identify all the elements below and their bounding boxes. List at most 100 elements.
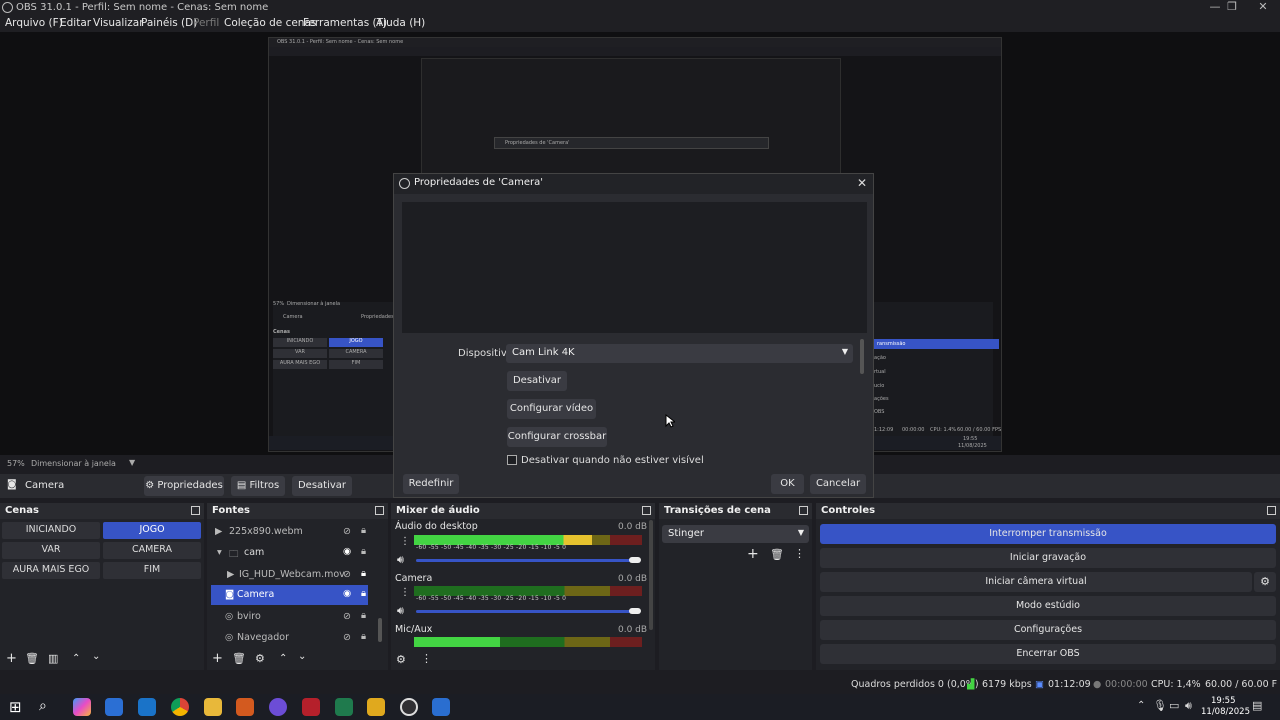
zoom-mode[interactable]: Dimensionar à janela [31,459,116,468]
copilot-icon[interactable] [73,698,91,716]
chevron-up-icon[interactable]: ⌃ [1137,700,1145,711]
configure-video-button[interactable]: Configurar vídeo [507,399,596,419]
close-icon[interactable]: ✕ [1246,0,1280,15]
filter-icon[interactable]: ▥ [48,652,58,665]
eye-off-icon[interactable]: ⊘ [343,611,351,622]
close-icon[interactable]: ✕ [857,176,867,190]
outlook-icon[interactable] [138,698,156,716]
undock-icon[interactable] [642,506,651,515]
studio-mode-button[interactable]: Modo estúdio [820,596,1276,616]
lock-icon[interactable]: 🔒︎ [361,588,366,599]
scrollbar[interactable] [378,618,382,642]
more-icon[interactable]: ⋮ [421,652,432,665]
source-item[interactable]: ▶ 225x890.webm ⊘ 🔒︎ [211,522,368,542]
network-icon[interactable]: ▭ [1169,699,1179,712]
undock-icon[interactable] [799,506,808,515]
cancel-button[interactable]: Cancelar [810,474,866,494]
lock-icon[interactable]: 🔒︎ [361,631,366,642]
file-explorer-icon[interactable] [204,698,222,716]
scene-item[interactable]: FIM [103,562,201,579]
maximize-icon[interactable]: ❐ [1215,0,1249,15]
volume-icon[interactable]: 🔊︎ [1185,699,1192,713]
zoom-dropdown-icon[interactable]: ▼ [129,458,135,467]
menu-paineis[interactable]: Painéis (D) [141,17,197,29]
chevron-up-icon[interactable]: ⌃ [279,653,287,664]
trash-icon[interactable]: 🗑 [232,652,246,665]
deactivate-button[interactable]: Desativar [292,476,352,496]
deactivate-when-hidden-checkbox[interactable] [507,455,517,465]
gear-icon[interactable]: ⚙ [1254,572,1276,592]
taskbar-date[interactable]: 11/08/2025 [1201,707,1250,717]
excel-icon[interactable] [335,698,353,716]
chrome-icon[interactable] [171,698,189,716]
trash-icon[interactable]: 🗑 [770,548,784,561]
more-icon[interactable]: ⋮ [794,547,805,560]
start-recording-button[interactable]: Iniciar gravação [820,548,1276,568]
stop-stream-button[interactable]: Interromper transmissão [820,524,1276,544]
gear-icon[interactable]: ⚙ [396,653,406,666]
undock-icon[interactable] [1267,506,1276,515]
more-icon[interactable]: ⋮ [400,536,410,547]
add-icon[interactable]: + [6,651,17,666]
transition-select[interactable]: Stinger ▼ [662,525,809,543]
source-item[interactable]: ◙ Camera ◉ 🔒︎ [211,585,368,605]
menu-editar[interactable]: Editar [60,17,91,29]
start-virtual-camera-button[interactable]: Iniciar câmera virtual [820,572,1252,592]
scene-item[interactable]: AURA MAIS EGO [2,562,100,579]
notification-icon[interactable]: ▤ [1252,699,1262,712]
device-select[interactable]: Cam Link 4K ▼ [506,344,853,363]
menu-ferramentas[interactable]: Ferramentas (T) [303,17,387,29]
exit-obs-button[interactable]: Encerrar OBS [820,644,1276,664]
chevron-down-icon[interactable]: ▾ [217,547,222,558]
eye-off-icon[interactable]: ⊘ [343,569,351,580]
volume-slider[interactable] [416,559,638,562]
speaker-icon[interactable]: 🔊︎ [397,604,404,618]
microphone-icon[interactable]: 🎙︎ [1153,699,1167,712]
chevron-down-icon[interactable]: ⌄ [298,651,306,662]
scene-item[interactable]: INICIANDO [2,522,100,539]
scene-item[interactable]: JOGO [103,522,201,539]
menu-perfil[interactable]: Perfil [193,17,219,29]
lock-icon[interactable]: 🔒︎ [361,610,366,621]
settings-button[interactable]: Configurações [820,620,1276,640]
add-icon[interactable]: + [212,651,223,666]
reset-button[interactable]: Redefinir [403,474,459,494]
calculator-icon[interactable] [432,698,450,716]
configure-crossbar-button[interactable]: Configurar crossbar [507,427,607,447]
chevron-down-icon[interactable]: ⌄ [92,651,100,662]
eye-icon[interactable]: ◉ [343,588,351,599]
gear-icon[interactable]: ⚙ [255,652,265,665]
app-icon[interactable] [367,698,385,716]
taskbar-time[interactable]: 19:55 [1211,696,1236,706]
windows-start-icon[interactable]: ⊞ [9,698,22,716]
undock-icon[interactable] [375,506,384,515]
volume-slider[interactable] [416,610,638,613]
source-item[interactable]: ◎ Navegador ⊘ 🔒︎ [211,628,368,648]
lock-icon[interactable]: 🔒︎ [361,525,366,536]
scrollbar[interactable] [649,520,653,630]
chevron-up-icon[interactable]: ⌃ [72,653,80,664]
properties-button[interactable]: ⚙ Propriedades [144,476,224,496]
speaker-icon[interactable]: 🔊︎ [397,553,404,567]
ok-button[interactable]: OK [771,474,804,494]
lock-icon[interactable]: 🔒︎ [361,568,366,579]
eye-off-icon[interactable]: ⊘ [343,526,351,537]
menu-ajuda[interactable]: Ajuda (H) [376,17,425,29]
app-icon[interactable] [236,698,254,716]
undock-icon[interactable] [191,506,200,515]
scene-item[interactable]: VAR [2,542,100,559]
source-item[interactable]: ▾ 🗀 cam ◉ 🔒︎ [211,543,368,563]
obs-icon[interactable] [400,698,418,716]
source-item[interactable]: ▶ IG_HUD_Webcam.mov ⊘ 🔒︎ [211,565,368,585]
search-icon[interactable]: ⌕ [39,698,47,714]
scrollbar[interactable] [860,339,864,374]
app-icon[interactable] [302,698,320,716]
menu-arquivo[interactable]: Arquivo (F) [5,17,63,29]
slider-handle[interactable] [629,608,641,614]
deactivate-device-button[interactable]: Desativar [507,371,567,391]
trash-icon[interactable]: 🗑 [25,652,39,665]
lock-icon[interactable]: 🔒︎ [361,546,366,557]
menu-visualizar[interactable]: Visualizar [93,17,144,29]
store-icon[interactable] [105,698,123,716]
source-item[interactable]: ◎ bviro ⊘ 🔒︎ [211,607,368,627]
